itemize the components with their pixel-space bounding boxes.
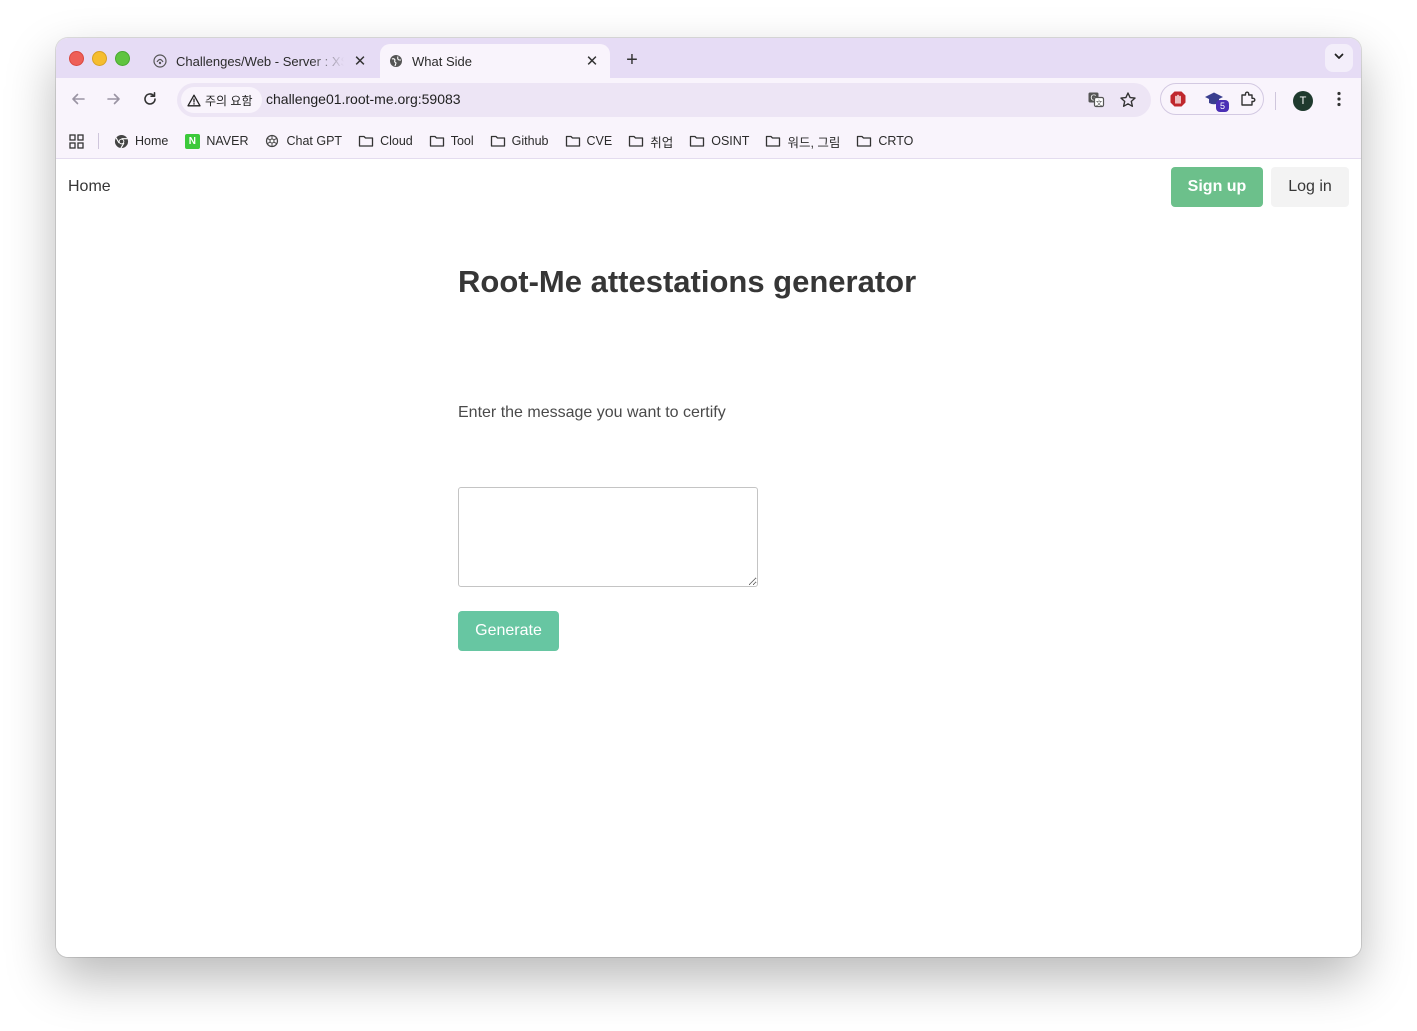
generate-button[interactable]: Generate [458, 611, 559, 651]
arrow-right-icon [106, 91, 122, 112]
bookmark-label: Cloud [380, 134, 413, 148]
bookmark-label: CVE [586, 134, 613, 148]
bookmark-folder-word[interactable]: 워드, 그림 [759, 128, 846, 154]
openai-icon [264, 133, 280, 149]
bookmark-folder-github[interactable]: Github [484, 128, 555, 154]
bookmark-star-icon[interactable] [1117, 89, 1139, 111]
browser-window: Challenges/Web - Server : XSS ✕ What Sid… [56, 38, 1361, 957]
bookmark-naver[interactable]: N NAVER [178, 128, 254, 154]
bookmark-label: CRTO [878, 134, 914, 148]
minimize-window-button[interactable] [92, 51, 107, 66]
translate-icon[interactable]: G文 [1085, 89, 1107, 111]
folder-icon [628, 133, 644, 149]
bookmark-label: OSINT [711, 134, 750, 148]
bookmark-label: Home [135, 134, 169, 148]
tab-close-icon[interactable]: ✕ [582, 51, 602, 71]
folder-icon [689, 133, 705, 149]
svg-text:文: 文 [1096, 98, 1103, 107]
warning-icon [187, 94, 201, 106]
signup-button[interactable]: Sign up [1171, 167, 1263, 207]
bookmark-folder-cve[interactable]: CVE [559, 128, 619, 154]
tab-close-icon[interactable]: ✕ [350, 51, 370, 71]
extension-badge: 5 [1216, 100, 1229, 112]
folder-icon [765, 133, 781, 149]
bookmark-label: Tool [450, 134, 474, 148]
chevron-down-icon [1333, 49, 1345, 67]
tab-title: Challenges/Web - Server : XSS [176, 53, 344, 69]
bookmark-label: 취업 [650, 135, 674, 150]
globe-icon [388, 53, 404, 69]
new-tab-button[interactable]: + [620, 48, 644, 72]
chrome-icon [113, 133, 129, 149]
bookmark-folder-tool[interactable]: Tool [423, 128, 480, 154]
folder-icon [429, 133, 445, 149]
bookmark-label: NAVER [206, 134, 249, 148]
bookmark-label: Chat GPT [286, 134, 343, 148]
root-me-icon [152, 53, 168, 69]
bookmark-chat-gpt[interactable]: Chat GPT [258, 128, 348, 154]
message-label: Enter the message you want to certify [458, 404, 726, 421]
bookmark-label: Github [511, 134, 549, 148]
bookmarks-bar: Home N NAVER Chat GPT Cloud Tool Github … [56, 124, 1361, 159]
folder-icon [565, 133, 581, 149]
tab-title: What Side [412, 53, 472, 69]
toolbar: 주의 요함 challenge01.root-me.org:59083 G文 5 [56, 78, 1361, 124]
bookmark-folder-jobs[interactable]: 취업 [622, 128, 679, 154]
arrow-left-icon [70, 91, 86, 112]
bookmark-folder-crto[interactable]: CRTO [850, 128, 919, 154]
profile-avatar[interactable]: T [1293, 91, 1313, 111]
toolbar-divider [1275, 92, 1276, 110]
folder-icon [490, 133, 506, 149]
login-button[interactable]: Log in [1271, 167, 1349, 207]
more-menu-button[interactable] [1329, 90, 1349, 112]
page-content: Home Sign up Log in Root-Me attestations… [56, 159, 1361, 957]
reload-icon [142, 91, 158, 112]
folder-icon [358, 133, 374, 149]
security-chip[interactable]: 주의 요함 [181, 87, 262, 113]
puzzle-icon[interactable] [1237, 88, 1259, 110]
apps-grid-icon[interactable] [68, 133, 84, 149]
close-window-button[interactable] [69, 51, 84, 66]
maximize-window-button[interactable] [115, 51, 130, 66]
extension-cap-icon[interactable]: 5 [1203, 88, 1229, 112]
forward-button[interactable] [102, 89, 126, 113]
url-text[interactable]: challenge01.root-me.org:59083 [266, 91, 461, 107]
reload-button[interactable] [138, 89, 162, 113]
bookmarks-divider [98, 133, 99, 149]
bookmark-label: 워드, 그림 [787, 135, 841, 150]
address-bar[interactable]: 주의 요함 challenge01.root-me.org:59083 G文 [177, 83, 1151, 117]
bookmark-folder-osint[interactable]: OSINT [683, 128, 755, 154]
nav-home-link[interactable]: Home [68, 178, 111, 196]
more-vert-icon [1337, 91, 1341, 112]
naver-icon: N [184, 133, 200, 149]
bookmark-home[interactable]: Home [107, 128, 174, 154]
extensions-group: 5 [1160, 83, 1264, 115]
message-textarea[interactable] [458, 487, 758, 587]
security-chip-label: 주의 요함 [205, 93, 253, 108]
page-title: Root-Me attestations generator [458, 264, 917, 299]
tab-search-button[interactable] [1325, 44, 1353, 72]
tab-what-side[interactable]: What Side ✕ [380, 44, 610, 78]
tab-challenges[interactable]: Challenges/Web - Server : XSS ✕ [142, 44, 378, 78]
folder-icon [856, 133, 872, 149]
tab-strip: Challenges/Web - Server : XSS ✕ What Sid… [56, 38, 1361, 78]
bookmark-folder-cloud[interactable]: Cloud [352, 128, 419, 154]
adblock-extension-icon[interactable] [1167, 88, 1189, 110]
back-button[interactable] [66, 89, 90, 113]
